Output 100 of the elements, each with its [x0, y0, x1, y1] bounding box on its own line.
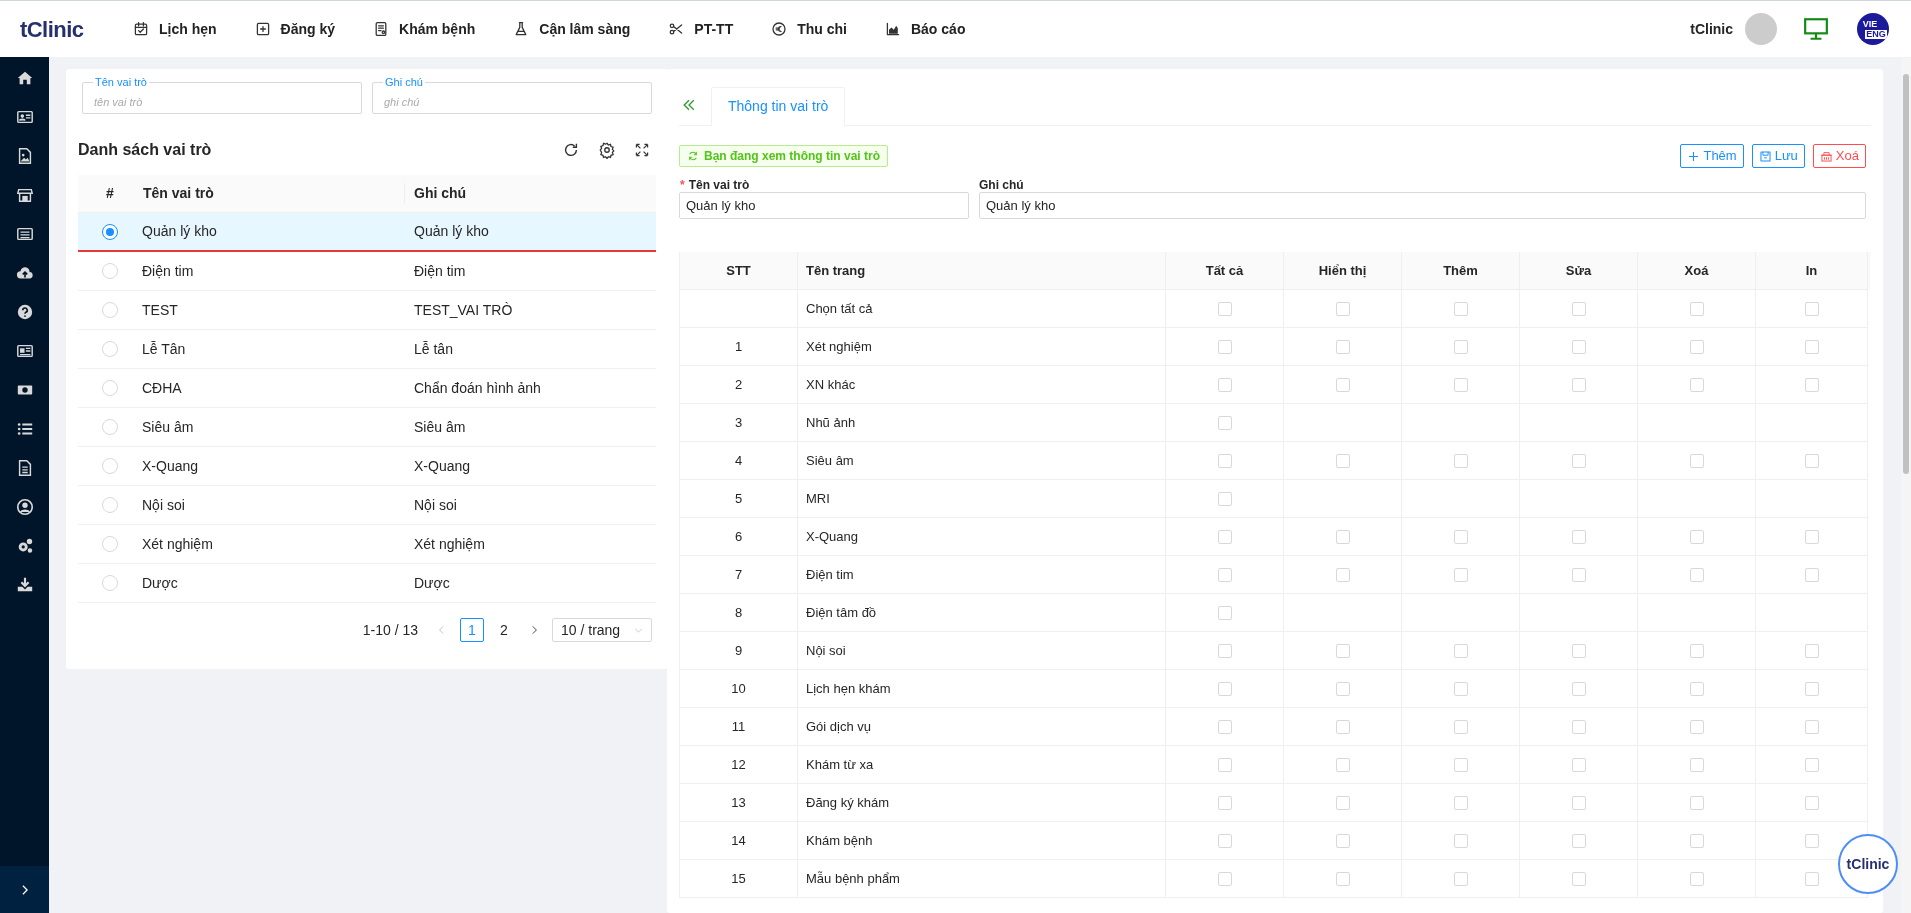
checkbox[interactable]: [1689, 567, 1704, 582]
nav-link[interactable]: Thu chi: [771, 18, 847, 40]
role-row[interactable]: Quản lý kho Quản lý kho: [78, 213, 656, 252]
checkbox[interactable]: [1217, 681, 1232, 696]
sidebar-item[interactable]: [14, 496, 35, 517]
checkbox[interactable]: [1689, 681, 1704, 696]
checkbox[interactable]: [1335, 681, 1350, 696]
nav-link[interactable]: Cận lâm sàng: [513, 18, 631, 40]
checkbox[interactable]: [1571, 681, 1586, 696]
checkbox[interactable]: [1689, 453, 1704, 468]
checkbox[interactable]: [1804, 339, 1819, 354]
checkbox[interactable]: [1453, 681, 1468, 696]
checkbox[interactable]: [1571, 567, 1586, 582]
checkbox[interactable]: [1804, 567, 1819, 582]
checkbox[interactable]: [1335, 757, 1350, 772]
checkbox[interactable]: [1335, 529, 1350, 544]
role-row[interactable]: CĐHA Chẩn đoán hình ảnh: [78, 369, 656, 408]
checkbox[interactable]: [1804, 757, 1819, 772]
checkbox[interactable]: [1335, 871, 1350, 886]
fullscreen-button[interactable]: [634, 142, 650, 158]
checkbox[interactable]: [1453, 377, 1468, 392]
checkbox[interactable]: [1217, 833, 1232, 848]
input-field[interactable]: Quản lý kho: [979, 192, 1866, 219]
checkbox[interactable]: [1453, 719, 1468, 734]
checkbox[interactable]: [1217, 643, 1232, 658]
checkbox[interactable]: [1804, 833, 1819, 848]
checkbox[interactable]: [1804, 795, 1819, 810]
checkbox[interactable]: [1689, 795, 1704, 810]
checkbox[interactable]: [1571, 795, 1586, 810]
language-option[interactable]: ENG: [1865, 29, 1887, 39]
checkbox[interactable]: [1804, 301, 1819, 316]
language-option[interactable]: VIE: [1861, 19, 1879, 29]
checkbox[interactable]: [1689, 529, 1704, 544]
avatar[interactable]: [1745, 13, 1777, 45]
checkbox[interactable]: [1217, 567, 1232, 582]
settings-button[interactable]: [598, 141, 616, 159]
checkbox[interactable]: [1453, 339, 1468, 354]
checkbox[interactable]: [1453, 453, 1468, 468]
checkbox[interactable]: [1217, 491, 1232, 506]
role-row[interactable]: Siêu âm Siêu âm: [78, 408, 656, 447]
checkbox[interactable]: [1335, 833, 1350, 848]
checkbox[interactable]: [1217, 529, 1232, 544]
refresh-button[interactable]: [562, 141, 580, 159]
checkbox[interactable]: [1335, 795, 1350, 810]
role-row[interactable]: Điện tim Điện tim: [78, 252, 656, 291]
checkbox[interactable]: [1571, 719, 1586, 734]
checkbox[interactable]: [1689, 871, 1704, 886]
sidebar-expand-button[interactable]: [0, 866, 49, 913]
checkbox[interactable]: [1571, 871, 1586, 886]
checkbox[interactable]: [1335, 719, 1350, 734]
checkbox[interactable]: [1217, 795, 1232, 810]
checkbox[interactable]: [1217, 757, 1232, 772]
checkbox[interactable]: [1453, 871, 1468, 886]
checkbox[interactable]: [1571, 377, 1586, 392]
nav-link[interactable]: PT-TT: [668, 18, 734, 40]
checkbox[interactable]: [1689, 339, 1704, 354]
checkbox[interactable]: [1689, 719, 1704, 734]
checkbox[interactable]: [1689, 643, 1704, 658]
checkbox[interactable]: [1571, 757, 1586, 772]
checkbox[interactable]: [1453, 567, 1468, 582]
checkbox[interactable]: [1335, 339, 1350, 354]
checkbox[interactable]: [1689, 833, 1704, 848]
checkbox[interactable]: [1804, 529, 1819, 544]
role-row[interactable]: Dược Dược: [78, 564, 656, 603]
checkbox[interactable]: [1804, 719, 1819, 734]
checkbox[interactable]: [1571, 529, 1586, 544]
checkbox[interactable]: [1804, 871, 1819, 886]
checkbox[interactable]: [1217, 377, 1232, 392]
checkbox[interactable]: [1335, 567, 1350, 582]
checkbox[interactable]: [1335, 301, 1350, 316]
checkbox[interactable]: [1689, 377, 1704, 392]
app-logo[interactable]: tClinic: [0, 12, 120, 46]
role-row[interactable]: TEST TEST_VAI TRÒ: [78, 291, 656, 330]
checkbox[interactable]: [1217, 605, 1232, 620]
role-row[interactable]: Xét nghiệm Xét nghiệm: [78, 525, 656, 564]
checkbox[interactable]: [1217, 871, 1232, 886]
checkbox[interactable]: [1453, 643, 1468, 658]
nav-link[interactable]: Báo cáo: [884, 18, 966, 40]
checkbox[interactable]: [1571, 339, 1586, 354]
role-row[interactable]: Nội soi Nội soi: [78, 486, 656, 525]
role-row[interactable]: Lễ Tân Lễ tân: [78, 330, 656, 369]
checkbox[interactable]: [1335, 453, 1350, 468]
checkbox[interactable]: [1453, 301, 1468, 316]
radio-button[interactable]: [102, 223, 118, 240]
checkbox[interactable]: [1571, 453, 1586, 468]
checkbox[interactable]: [1689, 757, 1704, 772]
collapse-button[interactable]: [681, 97, 697, 113]
nav-link[interactable]: Lịch hẹn: [133, 18, 217, 40]
checkbox[interactable]: [1217, 339, 1232, 354]
checkbox[interactable]: [1453, 529, 1468, 544]
input-field[interactable]: Quản lý kho: [679, 192, 969, 219]
checkbox[interactable]: [1571, 643, 1586, 658]
checkbox[interactable]: [1453, 833, 1468, 848]
checkbox[interactable]: [1804, 377, 1819, 392]
checkbox[interactable]: [1453, 795, 1468, 810]
checkbox[interactable]: [1217, 453, 1232, 468]
page-button[interactable]: 2: [492, 618, 516, 642]
checkbox[interactable]: [1804, 453, 1819, 468]
checkbox[interactable]: [1217, 719, 1232, 734]
checkbox[interactable]: [1335, 643, 1350, 658]
